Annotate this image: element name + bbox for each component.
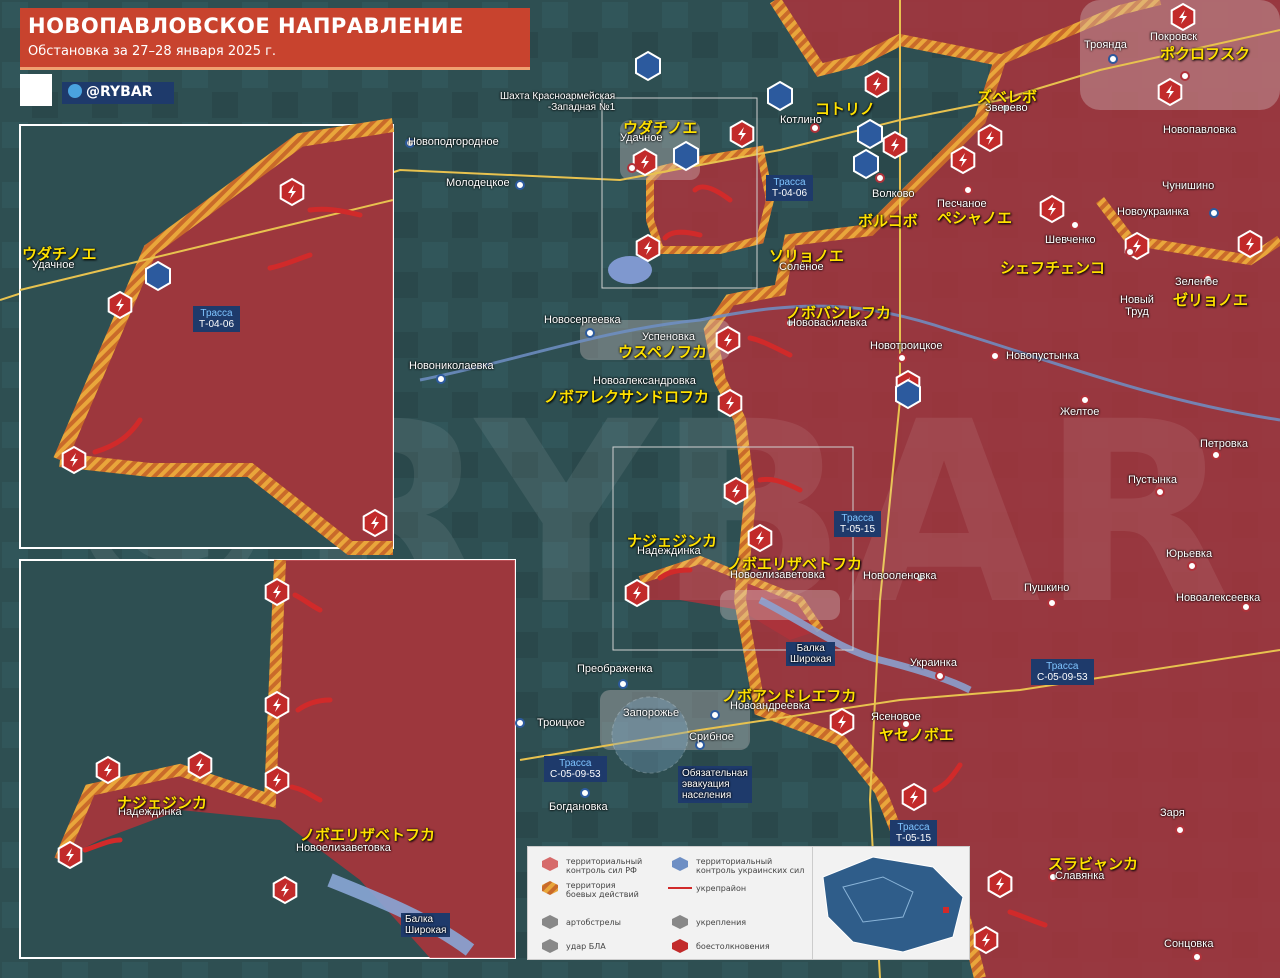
combat-legend-icon [542, 881, 558, 895]
legend: территориальный контроль сил РФ территор… [527, 846, 817, 960]
road-badge-t0515-a: Трасса Т-05-15 [834, 511, 882, 537]
label-evacuation: Обязательная эвакуация населения [678, 766, 752, 803]
clash-icon [672, 939, 688, 953]
jp-label-volkovo: ボルコボ [858, 212, 918, 230]
legend-clashes: боестолкновения [696, 942, 770, 951]
legend-drone: удар БЛА [566, 942, 606, 951]
inset-jp-label-nadezhdinka: ナジェジンカ [117, 794, 208, 812]
inset-road-badge-t0406: Трасса Т-04-06 [193, 306, 241, 332]
label-zaporozhe: Запорожье [623, 707, 680, 719]
inset-jp-label-novoelizavetovka: ノボエリザベトフカ [300, 826, 436, 844]
jp-label-kotlino: コトリノ [815, 100, 876, 118]
label-troyanda: Троянда [1084, 39, 1127, 51]
label-zarya: Заря [1160, 807, 1185, 819]
ua-drone-icon [895, 378, 921, 410]
legend-artillery: артобстрелы [566, 918, 621, 927]
jp-label-zverevo: ズベレボ [977, 88, 1038, 106]
artillery-icon [542, 915, 558, 929]
jp-label-novovasilevka: ノボバシレフカ [786, 304, 892, 322]
label-pushkino: Пушкино [1024, 582, 1070, 594]
jp-label-udachnoe: ウダチノエ [623, 119, 698, 137]
label-novopustynka: Новопустынка [1006, 350, 1079, 362]
ua-drone-icon [673, 140, 699, 172]
label-shakhta: Шахта Красноармейская -Западная №1 [500, 91, 616, 113]
label-novopavlovka: Новопавловка [1163, 124, 1237, 136]
road-badge-c050953-b: Трасса С-05-09-53 [544, 756, 607, 782]
label-pustynka: Пустынка [1128, 474, 1177, 486]
inset-label-balka: Балка Широкая [401, 913, 451, 937]
label-preobrazhenka: Преображенка [577, 663, 653, 675]
jp-label-pokrovsk: ポクロフスク [1160, 45, 1251, 63]
jp-label-uspenovka: ウスペノフカ [618, 343, 707, 361]
label-bogdanovka: Богдановка [549, 801, 608, 813]
legend-fortified: укрепрайон [696, 884, 747, 893]
legend-fortifications: укрепления [696, 918, 747, 927]
brand-label: @RYBAR [86, 84, 153, 100]
label-novosergeevka: Новосергеевка [544, 314, 621, 326]
label-novonikolaevka: Новониколаевка [409, 360, 494, 372]
label-troitskoe: Троицкое [537, 717, 585, 729]
road-badge-t0515-b: Трасса Т-05-15 [890, 820, 938, 846]
jp-label-zelenoe: ゼリョノエ [1173, 291, 1249, 309]
jp-label-shevchenko: シェフチェンコ [1000, 259, 1106, 277]
legend-combat: территория боевых действий [566, 881, 639, 899]
label-novoalekseevka: Новоалексеевка [1176, 592, 1261, 604]
label-yasenovoe: Ясеновое [871, 711, 921, 723]
label-sribnoe: Срибное [689, 731, 734, 743]
drone-icon [542, 939, 558, 953]
road-badge-t0406: Трасса Т-04-06 [766, 175, 814, 201]
jp-label-solenoe: ソリョノエ [769, 247, 845, 265]
label-sontsovka: Сонцовка [1164, 938, 1214, 950]
inset-nadezhdinka [19, 559, 516, 959]
mine-icon [635, 50, 661, 82]
jp-label-yasenovoe: ヤセノボエ [879, 726, 955, 744]
ua-drone-icon [145, 260, 171, 292]
label-novopodgorodnoe: Новоподгородное [408, 136, 499, 148]
overview-map [812, 846, 970, 960]
ru-control-legend-icon [542, 857, 558, 871]
label-balka: Балка Широкая [786, 642, 836, 666]
ua-drone-icon [853, 148, 879, 180]
ua-drone-icon [857, 118, 883, 150]
label-novoolenovka: Новооленовка [863, 570, 937, 582]
label-petrovka: Петровка [1200, 438, 1248, 450]
legend-ua-control: территориальный контроль украинских сил [696, 857, 805, 875]
jp-label-slavyanka: スラビャンカ [1048, 855, 1139, 873]
jp-label-peschanoe: ペシャノエ [937, 209, 1013, 227]
label-pokrovsk: Покровск [1150, 31, 1198, 43]
label-novoukrainka: Новоукраинка [1117, 206, 1189, 218]
label-yurevka: Юрьевка [1166, 548, 1213, 560]
label-shevchenko: Шевченко [1045, 234, 1096, 246]
road-badge-c050953-a: Трасса С-05-09-53 [1031, 659, 1094, 685]
brand-badge[interactable]: @RYBAR [62, 82, 174, 104]
ua-drone-icon [767, 80, 793, 112]
label-novotroitskoe: Новотроицкое [870, 340, 943, 352]
fortified-line-icon [668, 887, 692, 889]
jp-label-nadezhdinka: ナジェジンカ [627, 532, 718, 550]
qr-code [20, 74, 52, 106]
inset-udachnoe [19, 118, 395, 555]
page-title: НОВОПАВЛОВСКОЕ НАПРАВЛЕНИЕ [28, 14, 464, 38]
label-novyi-trud: Новый Труд [1120, 294, 1154, 318]
jp-label-novoelizavetovka: ノボエリザベトフカ [727, 555, 863, 573]
jp-label-novoaleksandrovka: ノボアレクサンドロフカ [544, 388, 710, 406]
page-subtitle: Обстановка за 27–28 января 2025 г. [28, 44, 277, 59]
inset-jp-label-udachnoe: ウダチノエ [22, 245, 97, 263]
map-canvas: ©RYBAR [0, 0, 1280, 978]
ua-control-legend-icon [672, 857, 688, 871]
jp-label-novoandreevka: ノボアンドレエフカ [722, 687, 857, 705]
label-volkovo: Волково [872, 188, 915, 200]
label-chunishino: Чунишино [1162, 180, 1215, 192]
label-zheltoe: Желтое [1060, 406, 1100, 418]
label-molodetskoe: Молодецкое [446, 177, 510, 189]
label-ukrainka: Украинка [910, 657, 957, 669]
legend-ru-control: территориальный контроль сил РФ [566, 857, 643, 875]
fortifications-icon [672, 915, 688, 929]
telegram-icon [68, 84, 82, 98]
label-zelenoe: Зеленое [1175, 276, 1219, 288]
